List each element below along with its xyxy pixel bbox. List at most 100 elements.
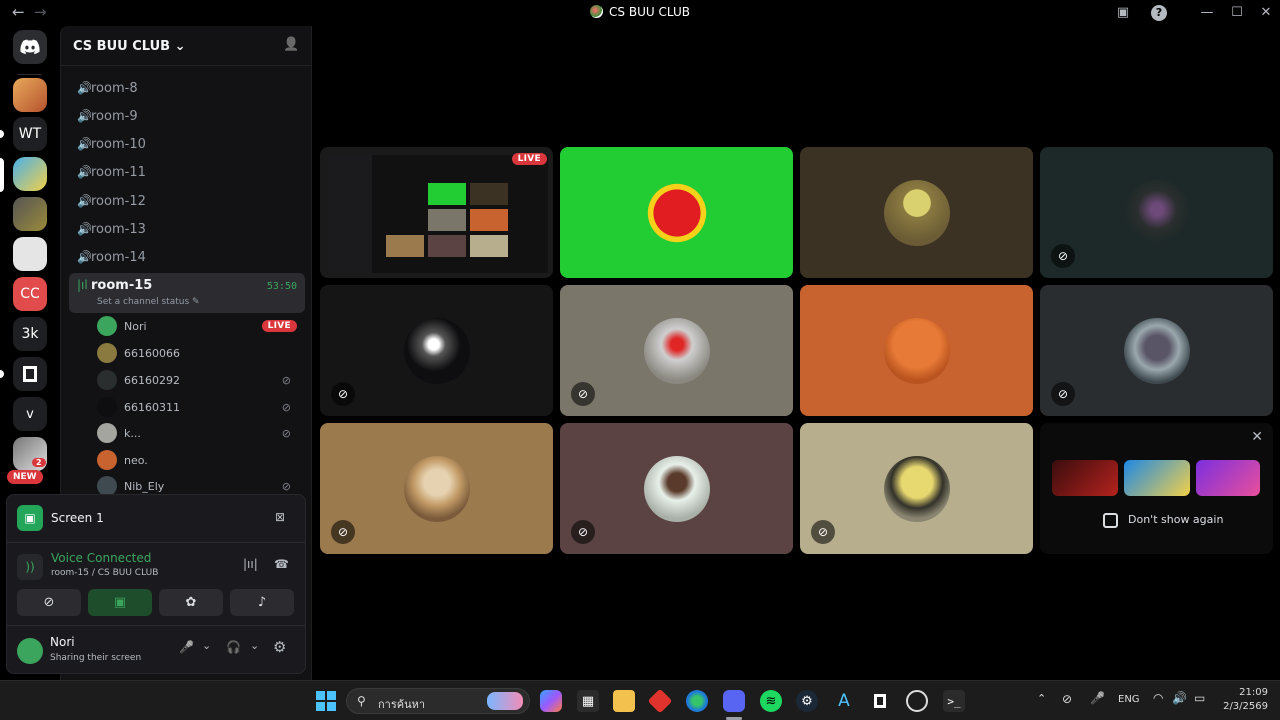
activities-button[interactable]: ✿ [159,589,223,616]
terminal-icon[interactable]: >_ [943,690,965,712]
avatar [97,316,117,336]
server-v[interactable]: v [13,397,47,431]
chevron-down-icon[interactable]: ⌄ [250,639,259,652]
channel-status[interactable]: Set a channel status ✎ [97,297,200,307]
channel-room-15[interactable]: |ıl room-15 53:50 Set a channel status ✎ [69,273,305,313]
store-icon[interactable]: ▦ [577,690,599,712]
connection-icon[interactable]: )) [17,554,43,580]
server-speed-ramen[interactable] [13,197,47,231]
dont-show-checkbox[interactable] [1103,513,1118,528]
server-icon-1[interactable] [13,78,47,112]
copilot-icon[interactable] [540,690,562,712]
clock[interactable]: 21:09 2/3/2569 [1218,686,1268,714]
member-66160066[interactable]: 66160066 [97,342,305,364]
avatar[interactable] [17,638,43,664]
server-name[interactable]: CS BUU CLUB ⌄ [73,39,185,54]
channel-room-10[interactable]: 🔊 room-10 [69,131,305,157]
channel-room-13[interactable]: 🔊 room-13 [69,216,305,242]
camera-toggle-button[interactable]: ⊘ [17,589,81,616]
participant-tile[interactable]: ⊘ [320,285,553,416]
avatar [644,180,710,246]
avatar [644,318,710,384]
member-66160311[interactable]: 66160311 ⊘ [97,396,305,418]
chevron-down-icon[interactable]: ⌄ [202,639,211,652]
participant-tile[interactable]: ⊘ [320,423,553,554]
preview-tile [428,183,466,205]
gear-icon[interactable]: ⚙ [273,638,286,656]
edge-icon[interactable] [686,690,708,712]
participant-tile[interactable]: ⊘ [1040,285,1273,416]
stop-stream-icon[interactable]: ⊠ [275,510,285,524]
participant-tile[interactable] [560,147,793,278]
stream-preview-row[interactable]: ▣ Screen 1 ⊠ [7,495,305,543]
help-icon[interactable]: ? [1151,5,1167,21]
participant-tile[interactable]: ⊘ [1040,147,1273,278]
wifi-icon[interactable]: ◠ [1153,691,1163,705]
file-explorer-icon[interactable] [613,690,635,712]
server-cc[interactable]: CC [13,277,47,311]
language-indicator[interactable]: ENG [1118,694,1140,705]
participant-tile[interactable]: ⊘ [800,423,1033,554]
spotify-icon[interactable]: ≋ [760,690,782,712]
activity-card-karts[interactable] [1196,460,1260,496]
screen-share-icon: ▣ [17,505,43,531]
member-neo[interactable]: neo. [97,449,305,471]
channel-room-8[interactable]: 🔊 room-8 [69,75,305,101]
noise-suppression-icon[interactable]: |ıı| [243,557,258,571]
participant-tile[interactable] [800,285,1033,416]
headphone-icon[interactable]: 🎧 [226,640,241,654]
soundboard-button[interactable]: ♪ [230,589,294,616]
participant-tile[interactable] [800,147,1033,278]
clock-date: 2/3/2569 [1223,701,1268,712]
chatgpt-icon[interactable] [906,690,928,712]
activity-card-scream[interactable] [1052,460,1118,496]
tray-chevron-icon[interactable]: ⌃ [1037,692,1046,705]
voice-status[interactable]: Voice Connected [51,551,151,565]
battery-icon[interactable]: ▭ [1194,691,1205,705]
discord-taskbar-icon[interactable] [723,690,745,712]
roblox-taskbar-icon[interactable] [869,690,891,712]
close-icon[interactable]: ✕ [1251,429,1263,445]
participant-tile[interactable]: ⊘ [560,423,793,554]
member-k[interactable]: k... ⊘ [97,422,305,444]
maximize-button[interactable]: ☐ [1229,5,1245,21]
channel-room-11[interactable]: 🔊 room-11 [69,159,305,185]
avatar [404,456,470,522]
close-button[interactable]: ✕ [1258,5,1274,21]
participant-tile[interactable]: ⊘ [560,285,793,416]
minimize-button[interactable]: — [1199,5,1215,21]
server-roblox[interactable] [13,357,47,391]
microphone-icon[interactable]: 🎤 [179,640,194,654]
stream-tile[interactable]: LIVE [320,147,553,278]
discord-home-button[interactable] [13,30,47,64]
volume-icon[interactable]: 🔊 [1172,691,1187,705]
channel-room-12[interactable]: 🔊 room-12 [69,188,305,214]
server-cs-buu-club[interactable] [13,157,47,191]
activity-card-meme[interactable] [1124,460,1190,496]
app-red-diamond-icon[interactable] [647,688,673,714]
channel-room-9[interactable]: 🔊 room-9 [69,103,305,129]
channel-room-14[interactable]: 🔊 room-14 [69,244,305,270]
deafened-icon: ⊘ [281,373,291,387]
azure-icon[interactable]: A [833,690,855,712]
inbox-icon[interactable]: ▣ [1115,5,1131,21]
microphone-icon[interactable]: 🎤 [1090,691,1105,705]
invite-icon[interactable]: 👤 [283,37,299,52]
server-wt[interactable]: WT [13,117,47,151]
steam-icon[interactable]: ⚙ [796,690,818,712]
search-icon: ⚲ [357,694,366,708]
member-nori[interactable]: Nori LIVE [97,315,305,337]
live-badge: LIVE [261,320,297,332]
server-3k[interactable]: 3k [13,317,47,351]
server-header[interactable]: CS BUU CLUB ⌄ 👤 [61,26,311,66]
screen-share-button[interactable]: ▣ [88,589,152,616]
chevron-down-icon: ⌄ [174,39,186,54]
member-66160292[interactable]: 66160292 ⊘ [97,369,305,391]
taskbar-search[interactable]: ⚲ การค้นหา [346,688,530,714]
server-icon-bear[interactable] [13,237,47,271]
preview-tile [428,209,466,231]
tray-app-icon[interactable]: ⊘ [1062,692,1072,706]
roblox-icon [874,694,886,708]
windows-start-button[interactable] [315,690,337,712]
disconnect-icon[interactable]: ☎ [274,557,289,571]
